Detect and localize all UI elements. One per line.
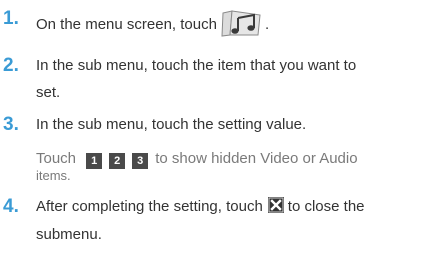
step-number: 3.: [3, 114, 19, 135]
step-number: 2.: [3, 55, 19, 76]
note-text-before: Touch: [36, 150, 77, 167]
step-text-line-1: In the sub menu, touch the item that you…: [36, 57, 357, 74]
step-text-after: to close the: [287, 198, 365, 215]
step-text-line-2: set.: [36, 84, 61, 101]
step-number: 4.: [3, 196, 19, 217]
step-text-after: .: [264, 16, 270, 33]
step-text: In the sub menu, touch the setting value…: [36, 116, 307, 133]
step-note: Touch 1 2 3 to show hidden Video or Audio: [36, 148, 358, 170]
step-text-before: After completing the setting, touch: [36, 198, 263, 215]
step-number: 1.: [3, 8, 19, 29]
step-note-line-2: items.: [36, 168, 71, 183]
step-text: After completing the setting, touch to c…: [36, 196, 365, 218]
close-x-icon: [267, 197, 284, 213]
page-3-button: 3: [132, 153, 149, 169]
step-text-line-2: submenu.: [36, 226, 102, 243]
step-text-before: On the menu screen, touch: [36, 16, 217, 33]
note-text-after: to show hidden Video or Audio: [155, 150, 358, 167]
page-1-button: 1: [86, 153, 103, 169]
page-2-button: 2: [109, 153, 126, 169]
step-text: On the menu screen, touch .: [36, 8, 269, 38]
music-note-icon: [220, 8, 264, 38]
